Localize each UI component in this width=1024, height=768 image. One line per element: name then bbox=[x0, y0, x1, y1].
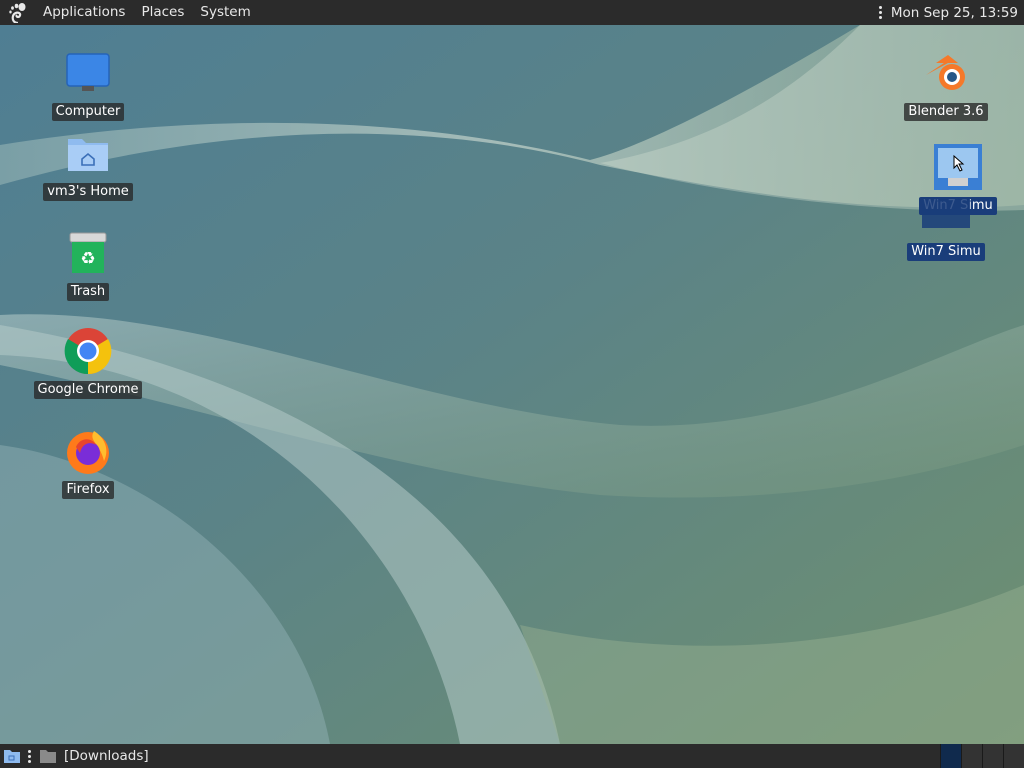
desktop-icon-label: Computer bbox=[51, 103, 125, 121]
svg-text:♻: ♻ bbox=[80, 249, 95, 269]
panel-handle-icon[interactable] bbox=[28, 749, 32, 763]
folder-icon bbox=[40, 750, 56, 763]
gnome-foot-icon[interactable] bbox=[9, 2, 29, 23]
desktop-icon-label: vm3's Home bbox=[43, 183, 133, 201]
clock[interactable]: Mon Sep 25, 13:59 bbox=[891, 5, 1018, 21]
blender-icon bbox=[920, 47, 972, 99]
desktop-icon-computer[interactable]: Computer bbox=[28, 47, 148, 121]
desktop-icon-chrome[interactable]: Google Chrome bbox=[28, 325, 148, 399]
desktop-icon-label: Blender 3.6 bbox=[904, 103, 988, 121]
top-panel: Applications Places System Mon Sep 25, 1… bbox=[0, 0, 1024, 25]
trash-icon: ♻ bbox=[62, 227, 114, 279]
workspace-2[interactable] bbox=[961, 744, 982, 768]
desktop-icon-label: Win7 Simu bbox=[907, 243, 985, 261]
firefox-icon bbox=[62, 425, 114, 477]
chrome-icon bbox=[62, 325, 114, 377]
panel-handle-icon[interactable] bbox=[878, 6, 883, 19]
taskbar-item-label: [Downloads] bbox=[64, 748, 149, 764]
desktop-icon-home[interactable]: vm3's Home bbox=[28, 127, 148, 201]
computer-icon bbox=[62, 47, 114, 99]
applications-menu[interactable]: Applications bbox=[35, 0, 133, 25]
win7-simu-icon bbox=[920, 187, 972, 239]
workspace-3[interactable] bbox=[982, 744, 1003, 768]
taskbar-downloads[interactable]: [Downloads] bbox=[36, 744, 153, 768]
desktop-icon-trash[interactable]: ♻ Trash bbox=[28, 227, 148, 301]
desktop-icon-label: Google Chrome bbox=[33, 381, 143, 399]
desktop-icon-blender[interactable]: Blender 3.6 bbox=[886, 47, 1006, 121]
wallpaper bbox=[0, 25, 1024, 744]
desktop-icon-firefox[interactable]: Firefox bbox=[28, 425, 148, 499]
desktop[interactable]: Computer vm3's Home ♻ Trash Google Chrom… bbox=[0, 25, 1024, 744]
win7-simu-icon bbox=[932, 141, 984, 193]
top-panel-right: Mon Sep 25, 13:59 bbox=[878, 0, 1018, 25]
desktop-icon-label: Trash bbox=[66, 283, 110, 301]
workspace-switcher[interactable] bbox=[940, 744, 1024, 768]
system-menu[interactable]: System bbox=[192, 0, 258, 25]
show-desktop-icon[interactable] bbox=[2, 746, 22, 766]
home-folder-icon bbox=[62, 127, 114, 179]
desktop-icon-label: Firefox bbox=[62, 481, 114, 499]
workspace-4[interactable] bbox=[1003, 744, 1024, 768]
places-menu[interactable]: Places bbox=[133, 0, 192, 25]
workspace-1[interactable] bbox=[940, 744, 961, 768]
desktop-icon-win7-simu-2[interactable]: Win7 Simu bbox=[886, 187, 1006, 261]
bottom-panel: [Downloads] bbox=[0, 744, 1024, 768]
